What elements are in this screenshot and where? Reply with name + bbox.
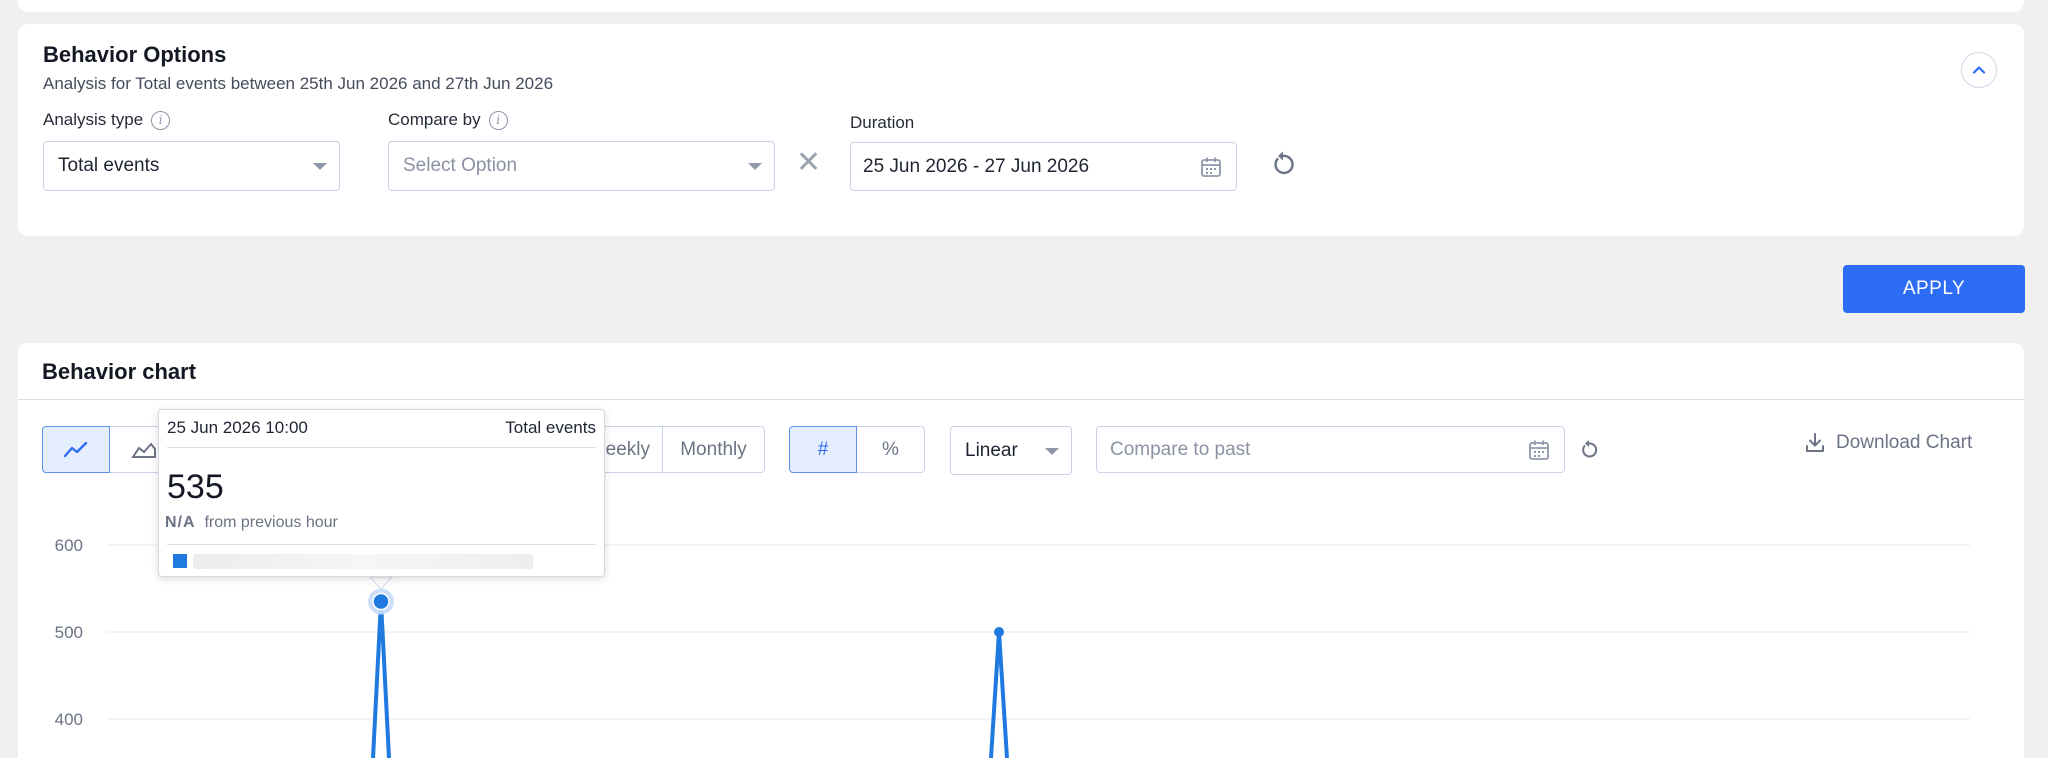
data-point: [372, 592, 390, 611]
tooltip-divider: [167, 544, 596, 545]
tooltip-change-text: from previous hour: [204, 514, 338, 531]
data-point: [994, 627, 1004, 637]
tooltip-redacted-label: [193, 554, 533, 569]
tooltip-series-name: Total events: [505, 418, 596, 437]
tooltip-change: N/A from previous hour: [165, 514, 338, 532]
y-tick-label: 600: [55, 536, 83, 555]
tooltip-series-swatch: [173, 554, 187, 568]
behavior-chart-plot: 600 500 400: [55, 536, 1970, 758]
tooltip-change-value: N/A: [165, 514, 196, 531]
y-tick-label: 500: [55, 623, 83, 642]
series-line-segment: [371, 599, 391, 758]
chart-tooltip: 25 Jun 2026 10:00 Total events 535 N/A f…: [158, 409, 605, 577]
tooltip-value: 535: [167, 468, 224, 506]
tooltip-pointer: [368, 576, 394, 590]
y-tick-label: 400: [55, 710, 83, 729]
tooltip-time: 25 Jun 2026 10:00: [167, 418, 308, 437]
series-line-segment: [989, 630, 1009, 758]
tooltip-divider: [167, 447, 596, 448]
